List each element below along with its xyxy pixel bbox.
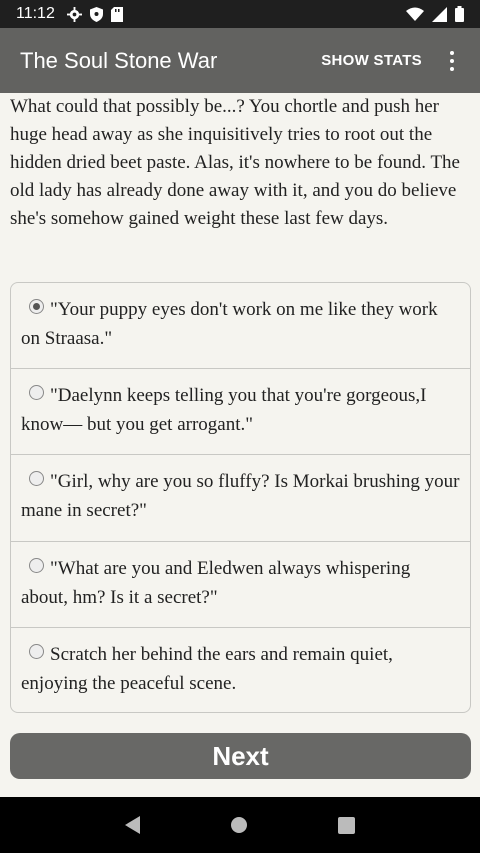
sd-card-icon bbox=[110, 6, 123, 22]
status-icons-right bbox=[406, 6, 464, 22]
more-vert-icon[interactable] bbox=[444, 50, 460, 71]
choice-option[interactable]: "Daelynn keeps telling you that you're g… bbox=[11, 369, 470, 456]
choice-option[interactable]: "Girl, why are you so fluffy? Is Morkai … bbox=[11, 455, 470, 542]
choice-label: "What are you and Eledwen always whisper… bbox=[21, 557, 411, 608]
show-stats-button[interactable]: SHOW STATS bbox=[321, 52, 422, 69]
app-bar: The Soul Stone War SHOW STATS bbox=[0, 28, 480, 93]
choice-list: "Your puppy eyes don't work on me like t… bbox=[10, 282, 471, 713]
signal-icon bbox=[432, 6, 447, 22]
choice-label: "Girl, why are you so fluffy? Is Morkai … bbox=[21, 471, 460, 522]
shield-icon bbox=[89, 6, 103, 22]
radio-button[interactable] bbox=[29, 643, 44, 659]
choice-option[interactable]: Scratch her behind the ears and remain q… bbox=[11, 628, 470, 712]
battery-icon bbox=[455, 6, 464, 22]
wifi-icon bbox=[406, 7, 424, 21]
status-bar: 11:12 bbox=[0, 0, 480, 28]
choice-label: Scratch her behind the ears and remain q… bbox=[21, 643, 393, 694]
radio-button[interactable] bbox=[29, 471, 44, 487]
app-title: The Soul Stone War bbox=[20, 47, 218, 73]
radio-button[interactable] bbox=[29, 385, 44, 401]
recents-icon[interactable] bbox=[337, 816, 355, 834]
status-icons-left bbox=[66, 6, 123, 22]
radio-button[interactable] bbox=[29, 557, 44, 573]
choice-label: "Daelynn keeps telling you that you're g… bbox=[21, 385, 427, 436]
gear-icon bbox=[66, 6, 82, 22]
next-button[interactable]: Next bbox=[10, 733, 471, 779]
home-icon[interactable] bbox=[230, 817, 247, 833]
choice-label: "Your puppy eyes don't work on me like t… bbox=[21, 299, 438, 349]
status-time: 11:12 bbox=[16, 5, 55, 22]
radio-button[interactable] bbox=[29, 299, 44, 314]
choice-option[interactable]: "Your puppy eyes don't work on me like t… bbox=[11, 283, 470, 370]
story-text: What could that possibly be...? You chor… bbox=[10, 96, 460, 229]
choice-option[interactable]: "What are you and Eledwen always whisper… bbox=[11, 542, 470, 628]
back-icon[interactable] bbox=[125, 816, 141, 834]
navigation-bar bbox=[0, 797, 480, 853]
